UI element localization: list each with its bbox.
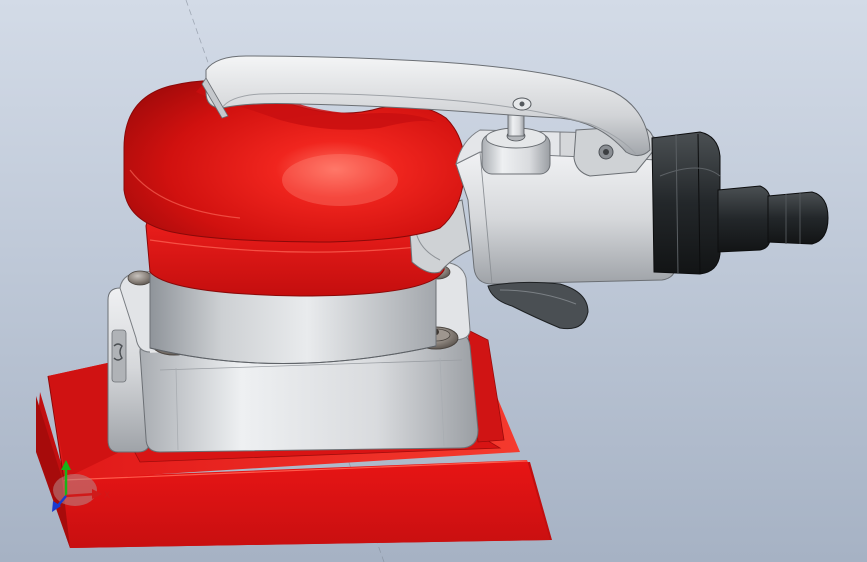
air-inlet-fitting[interactable] bbox=[651, 131, 829, 275]
triad-x-label: X bbox=[104, 491, 110, 501]
sander-model[interactable]: X bbox=[0, 0, 867, 562]
speed-regulator-lever[interactable] bbox=[487, 281, 589, 330]
triad-base-disc bbox=[53, 474, 97, 506]
cad-viewport[interactable]: X bbox=[0, 0, 867, 562]
housing-screw-back-left bbox=[127, 270, 153, 286]
